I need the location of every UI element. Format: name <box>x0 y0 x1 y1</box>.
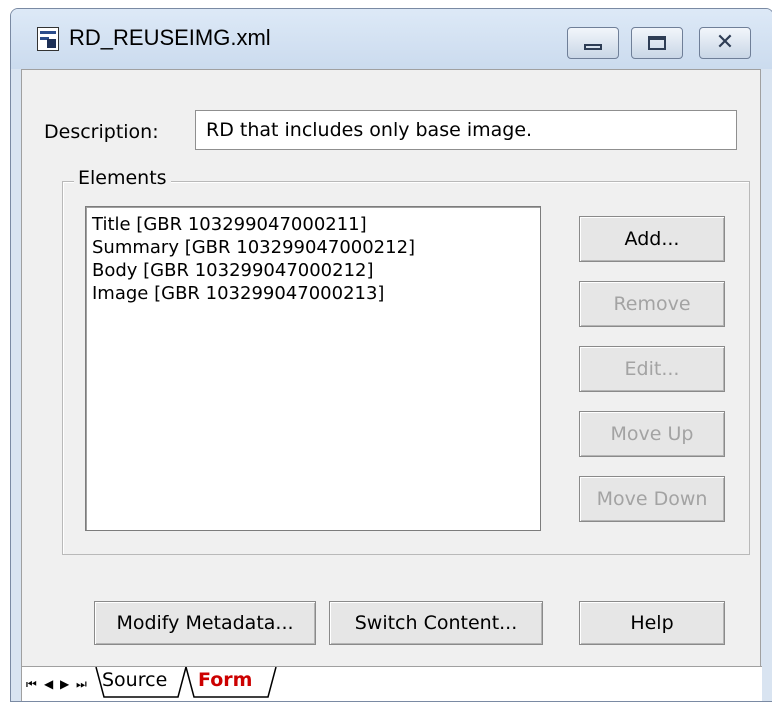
move-down-button[interactable]: Move Down <box>579 476 725 522</box>
close-button[interactable]: ✕ <box>699 27 751 59</box>
list-item[interactable]: Title [GBR 103299047000211] <box>92 213 534 236</box>
move-up-button[interactable]: Move Up <box>579 411 725 457</box>
sheet-tab-strip: ⏮ ◀ ▶ ⏭ Source Form <box>22 666 762 701</box>
dialog-client-area: Description: RD that includes only base … <box>21 69 762 701</box>
description-label: Description: <box>44 121 159 143</box>
list-item[interactable]: Image [GBR 103299047000213] <box>92 282 534 305</box>
close-icon: ✕ <box>715 30 735 55</box>
list-item[interactable]: Summary [GBR 103299047000212] <box>92 236 534 259</box>
remove-button[interactable]: Remove <box>579 281 725 327</box>
form-app-icon <box>37 27 59 51</box>
switch-content-button[interactable]: Switch Content... <box>329 601 543 645</box>
list-item[interactable]: Body [GBR 103299047000212] <box>92 259 534 282</box>
elements-group-label: Elements <box>74 167 171 189</box>
tab-source[interactable]: Source <box>102 667 167 697</box>
title-bar[interactable]: RD_REUSEIMG.xml ✕ <box>11 9 772 69</box>
tab-outline <box>95 667 277 698</box>
minimize-button[interactable] <box>567 27 619 59</box>
edit-button[interactable]: Edit... <box>579 346 725 392</box>
help-button[interactable]: Help <box>579 601 725 645</box>
elements-listbox[interactable]: Title [GBR 103299047000211] Summary [GBR… <box>85 206 541 531</box>
tab-form[interactable]: Form <box>198 667 252 697</box>
modify-metadata-button[interactable]: Modify Metadata... <box>94 601 316 645</box>
maximize-icon <box>648 36 666 50</box>
dialog-window: RD_REUSEIMG.xml ✕ Description: RD that i… <box>10 8 772 702</box>
add-button[interactable]: Add... <box>579 216 725 262</box>
window-title: RD_REUSEIMG.xml <box>69 25 271 50</box>
maximize-button[interactable] <box>631 27 683 59</box>
description-field[interactable]: RD that includes only base image. <box>195 110 737 150</box>
minimize-icon <box>584 44 602 50</box>
